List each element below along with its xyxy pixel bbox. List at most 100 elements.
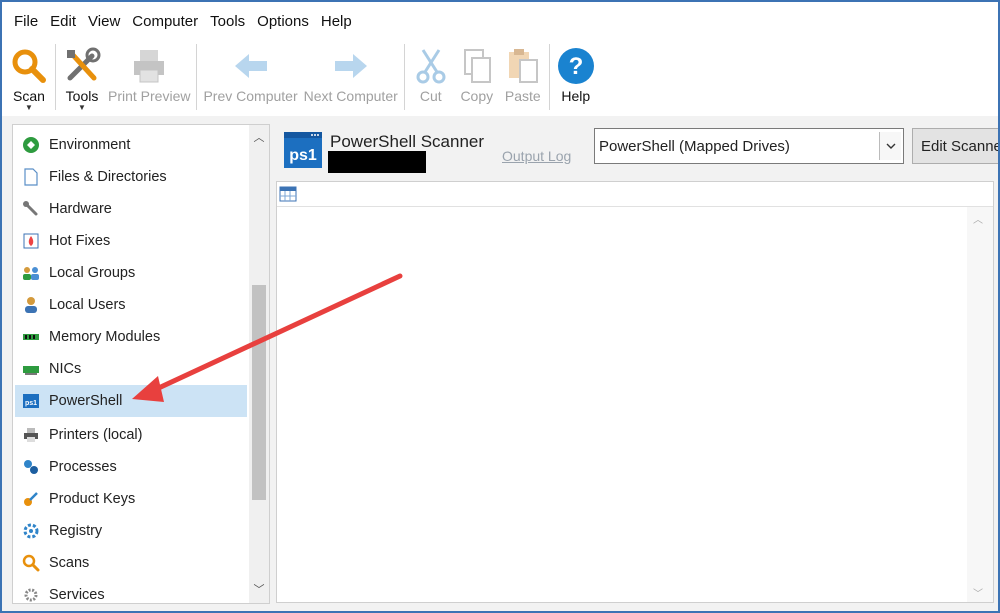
help-label: Help: [561, 88, 591, 104]
scanner-panel: ps1 PowerShell Scanner Output Log PowerS…: [276, 124, 998, 604]
svg-text:ps1: ps1: [25, 400, 37, 407]
chevron-down-icon[interactable]: ﹀: [973, 585, 983, 600]
ps-badge-text: ps1: [289, 147, 317, 164]
menu-tools[interactable]: Tools: [204, 13, 251, 30]
output-log-link[interactable]: Output Log: [502, 148, 571, 164]
help-button[interactable]: ? Help: [553, 40, 599, 116]
tree-item-hot-fixes[interactable]: Hot Fixes: [15, 225, 247, 257]
prev-computer-label: Prev Computer: [203, 88, 298, 104]
paste-icon: [503, 46, 543, 86]
tree-scrollbar[interactable]: ︿ ﹀: [249, 125, 269, 603]
cut-label: Cut: [419, 88, 442, 104]
chevron-up-icon[interactable]: ︿: [249, 127, 269, 147]
grid-scrollbar[interactable]: ︿ ﹀: [967, 207, 993, 602]
scissors-icon: [411, 46, 451, 86]
menu-file[interactable]: File: [8, 13, 44, 30]
tools-icon: [62, 46, 102, 86]
menu-options[interactable]: Options: [251, 13, 315, 30]
tree-item-local-users[interactable]: Local Users: [15, 289, 247, 321]
tree-item-label: Services: [49, 587, 105, 603]
tools-label: Tools: [65, 88, 99, 104]
group-icon: [21, 263, 41, 283]
gear-icon: [21, 585, 41, 603]
environment-icon: [21, 135, 41, 155]
menu-bar: File Edit View Computer Tools Options He…: [2, 2, 998, 40]
powershell-icon: ps1: [21, 391, 41, 411]
tree-item-label: PowerShell: [49, 393, 123, 409]
arrow-left-icon: [231, 46, 271, 86]
scan-label: Scan: [13, 88, 45, 104]
nic-icon: [21, 359, 41, 379]
search-icon: [21, 553, 41, 573]
toolbar: Scan ▼ Tools ▼ Print Preview Prev Comput…: [2, 40, 998, 116]
chevron-down-icon[interactable]: ﹀: [249, 579, 269, 599]
svg-text:?: ?: [568, 53, 583, 80]
tree-item-processes[interactable]: Processes: [15, 451, 247, 483]
tree-item-label: Local Users: [49, 297, 126, 313]
scan-button[interactable]: Scan ▼: [6, 40, 52, 116]
scan-category-tree: Environment Files & Directories Hardware…: [12, 124, 270, 604]
tree-item-hardware[interactable]: Hardware: [15, 193, 247, 225]
chevron-down-icon[interactable]: [879, 132, 901, 160]
table-icon[interactable]: [279, 185, 297, 203]
tree-item-services[interactable]: Services: [15, 579, 247, 603]
tree-item-label: Memory Modules: [49, 329, 161, 345]
toolbar-divider: [55, 44, 56, 110]
results-grid: ︿ ﹀: [276, 181, 994, 603]
toolbar-divider: [196, 44, 198, 110]
tree-item-label: Environment: [49, 137, 131, 153]
tree-item-product-keys[interactable]: Product Keys: [15, 483, 247, 515]
tree-item-label: Local Groups: [49, 265, 136, 281]
tree-item-memory-modules[interactable]: Memory Modules: [15, 321, 247, 353]
tree-item-scans[interactable]: Scans: [15, 547, 247, 579]
search-icon: [9, 46, 49, 86]
tree-item-label: Hot Fixes: [49, 233, 111, 249]
menu-view[interactable]: View: [82, 13, 126, 30]
powershell-icon: ps1: [284, 130, 324, 170]
printer-icon: [21, 425, 41, 445]
print-preview-button[interactable]: Print Preview: [105, 40, 193, 116]
copy-label: Copy: [460, 88, 494, 104]
hotfix-icon: [21, 231, 41, 251]
tools-button[interactable]: Tools ▼: [59, 40, 105, 116]
edit-scanner-button[interactable]: Edit Scanne: [912, 128, 998, 164]
tree-item-powershell[interactable]: ps1 PowerShell: [15, 385, 247, 417]
scanner-select[interactable]: PowerShell (Mapped Drives): [594, 128, 904, 164]
wrench-icon: [21, 199, 41, 219]
scanner-title: PowerShell Scanner: [330, 132, 485, 151]
tree-item-label: Processes: [49, 459, 117, 475]
next-computer-button[interactable]: Next Computer: [301, 40, 401, 116]
prev-computer-button[interactable]: Prev Computer: [200, 40, 300, 116]
file-icon: [21, 167, 41, 187]
user-icon: [21, 295, 41, 315]
grid-header: [277, 182, 993, 207]
tree-item-label: Files & Directories: [49, 169, 167, 185]
registry-icon: [21, 521, 41, 541]
redacted-block: [328, 151, 426, 173]
tree-item-printers-local[interactable]: Printers (local): [15, 419, 247, 451]
toolbar-divider: [548, 44, 550, 110]
printer-icon: [129, 46, 169, 86]
memory-icon: [21, 327, 41, 347]
cut-button[interactable]: Cut: [408, 40, 454, 116]
chevron-down-icon: ▼: [78, 103, 86, 112]
menu-edit[interactable]: Edit: [44, 13, 82, 30]
tree-item-local-groups[interactable]: Local Groups: [15, 257, 247, 289]
menu-help[interactable]: Help: [315, 13, 358, 30]
app-window: File Edit View Computer Tools Options He…: [0, 0, 1000, 613]
tree-item-environment[interactable]: Environment: [15, 129, 247, 161]
tree-item-files-directories[interactable]: Files & Directories: [15, 161, 247, 193]
tree-item-label: Scans: [49, 555, 90, 571]
tree-item-label: NICs: [49, 361, 82, 377]
tree-item-nics[interactable]: NICs: [15, 353, 247, 385]
chevron-up-icon[interactable]: ︿: [973, 211, 983, 226]
copy-button[interactable]: Copy: [454, 40, 500, 116]
menu-computer[interactable]: Computer: [126, 13, 204, 30]
key-icon: [21, 489, 41, 509]
scrollbar-thumb[interactable]: [252, 285, 266, 500]
scanner-select-value: PowerShell (Mapped Drives): [599, 137, 790, 155]
help-icon: ?: [556, 46, 596, 86]
tree-item-registry[interactable]: Registry: [15, 515, 247, 547]
tree-item-label: Product Keys: [49, 491, 136, 507]
paste-button[interactable]: Paste: [500, 40, 546, 116]
